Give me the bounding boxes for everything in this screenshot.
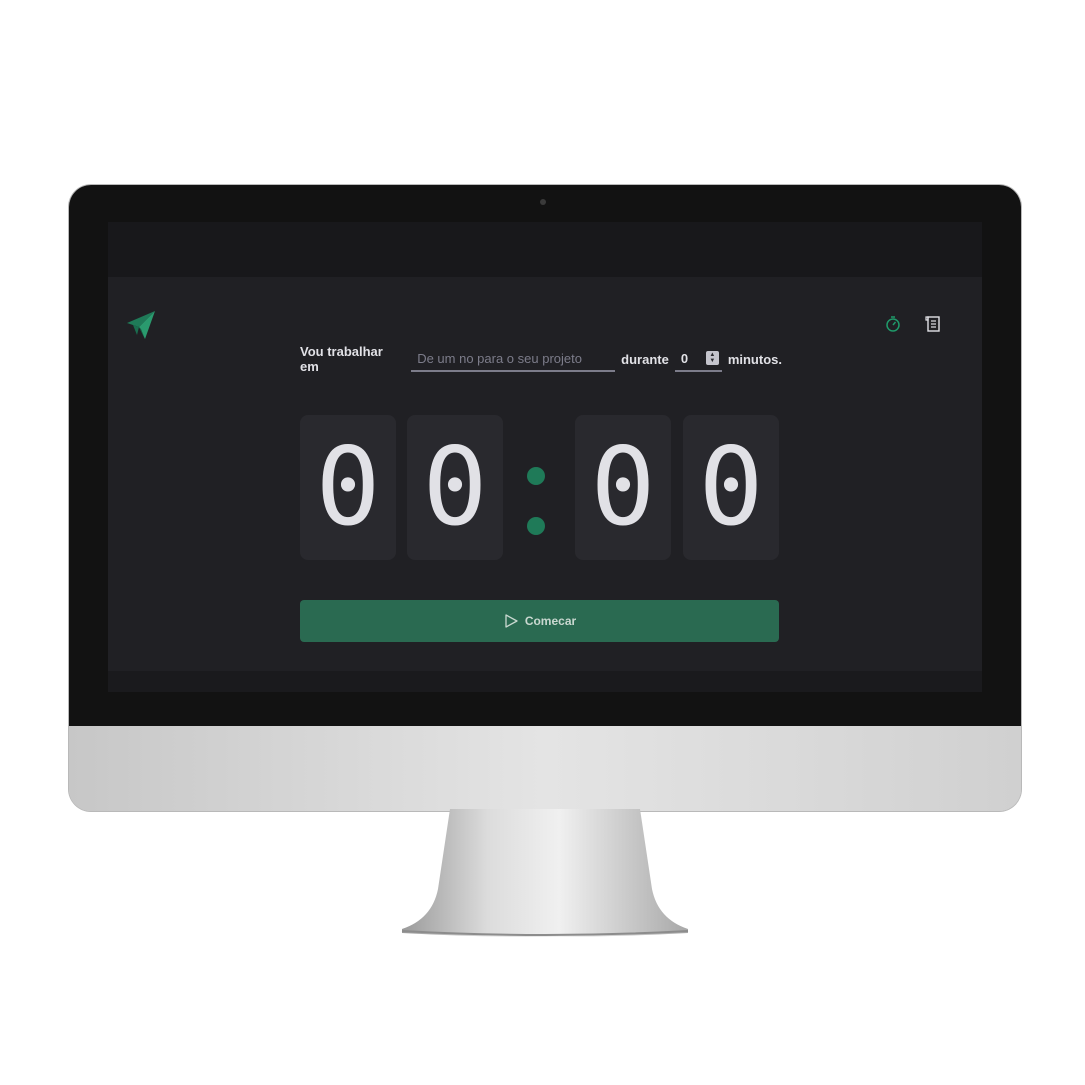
stepper-arrows[interactable]: ▲ ▼	[705, 351, 719, 365]
monitor-chin	[69, 726, 1021, 811]
minutes-stepper[interactable]: 0 ▲ ▼	[674, 346, 722, 372]
separator-dot-bottom	[527, 517, 545, 535]
app-window: Vou trabalhar em durante 0 ▲ ▼ minutos. …	[108, 222, 982, 692]
monitor-bezel: Vou trabalhar em durante 0 ▲ ▼ minutos. …	[69, 185, 1021, 726]
minutes-ones-digit: 0	[407, 415, 503, 560]
task-input[interactable]	[411, 346, 616, 372]
scroll-icon[interactable]	[923, 314, 943, 334]
task-form: Vou trabalhar em durante 0 ▲ ▼ minutos.	[300, 344, 782, 374]
stepper-down-icon[interactable]: ▼	[709, 358, 715, 364]
minutes-value[interactable]: 0	[681, 351, 688, 366]
paper-plane-logo-icon[interactable]	[125, 309, 157, 341]
timer-icon[interactable]	[883, 314, 903, 334]
start-button[interactable]: Comecar	[300, 600, 779, 642]
start-button-label: Comecar	[524, 614, 577, 628]
window-top-bar	[108, 222, 982, 277]
middle-label: durante	[621, 351, 669, 367]
minutes-tens-digit: 0	[300, 415, 396, 560]
monitor-stand	[401, 809, 689, 937]
prefix-label: Vou trabalhar em	[300, 344, 383, 374]
window-bottom-bar	[108, 671, 982, 692]
countdown-separator	[524, 465, 548, 535]
suffix-label: minutos.	[727, 351, 782, 367]
webcam	[540, 199, 546, 205]
play-icon	[505, 614, 518, 628]
seconds-ones-digit: 0	[683, 415, 779, 560]
separator-dot-top	[527, 467, 545, 485]
monitor-frame: Vou trabalhar em durante 0 ▲ ▼ minutos. …	[69, 185, 1021, 811]
countdown-display: 0 0 0 0	[300, 415, 780, 560]
seconds-tens-digit: 0	[575, 415, 671, 560]
